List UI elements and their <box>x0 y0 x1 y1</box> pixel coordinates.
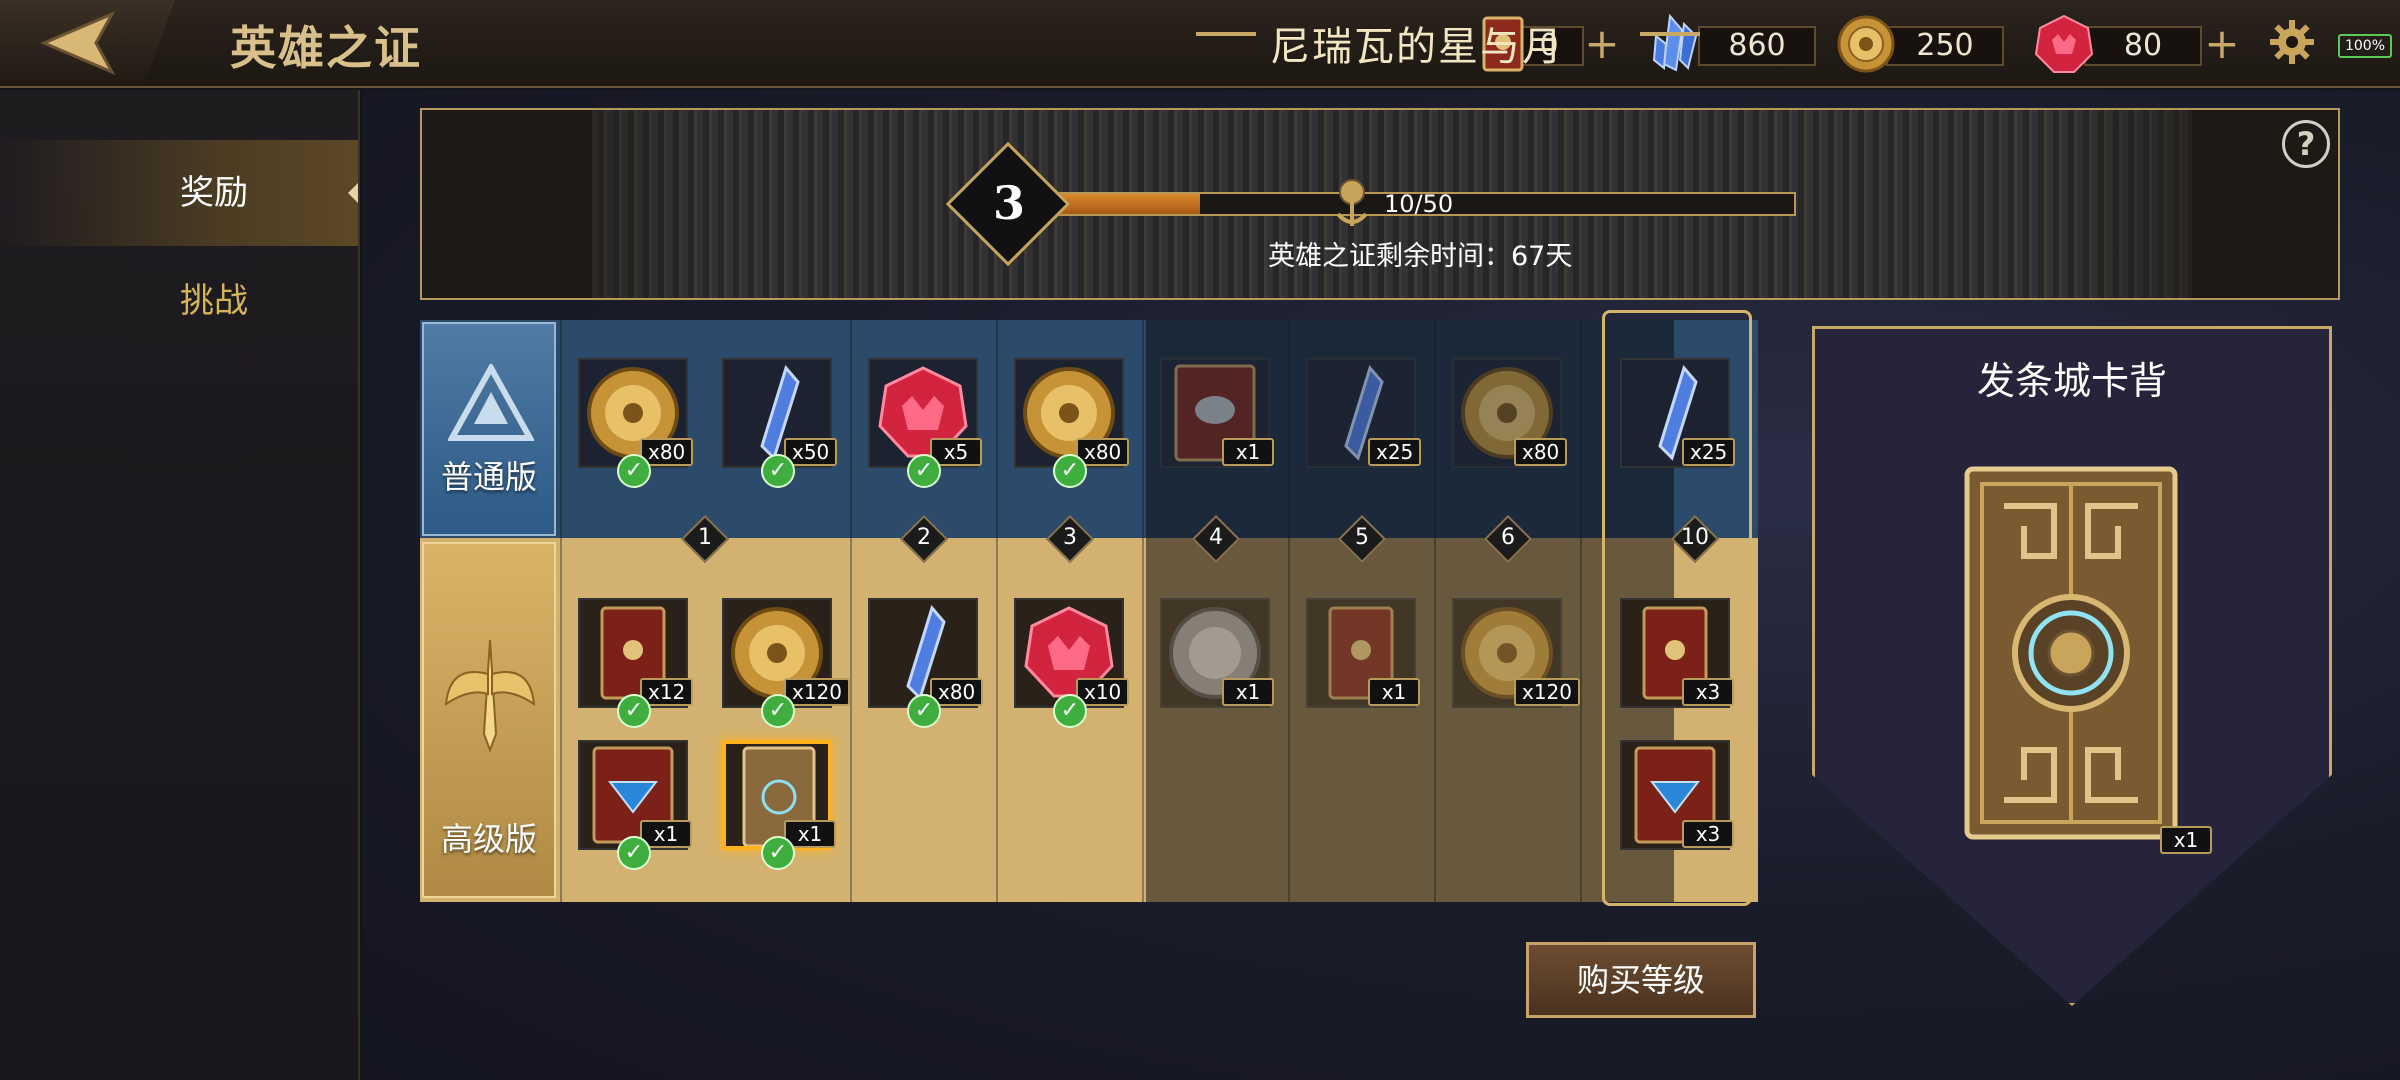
reward-quantity: x3 <box>1682 678 1734 706</box>
reward-quantity: x1 <box>1222 678 1274 706</box>
buy-level-button[interactable]: 购买等级 <box>1526 942 1756 1018</box>
battery-indicator: 100% <box>2338 34 2392 58</box>
add-card-pack-button[interactable]: + <box>1582 23 1622 66</box>
anchor-emblem-icon <box>1336 179 1368 226</box>
winged-sword-emblem-icon <box>444 639 536 753</box>
resource-value: 250 <box>1886 26 2004 66</box>
reward-quantity: x1 <box>1222 438 1274 466</box>
nav-item-rewards[interactable]: 奖励 <box>0 140 358 246</box>
gold-coin-icon <box>1837 15 1895 73</box>
clockwork-card-back-icon <box>1964 466 2178 840</box>
level-number: 3 <box>992 176 1025 230</box>
reward-quantity: x25 <box>1368 438 1422 466</box>
title-ornament-left <box>1196 32 1256 36</box>
triangle-emblem-icon <box>448 364 534 441</box>
claimed-check-icon: ✓ <box>617 454 651 488</box>
reward-quantity: x1 <box>1368 678 1420 706</box>
reward-quantity: x25 <box>1682 438 1736 466</box>
premium-tier-label: 高级版 <box>422 542 556 898</box>
help-button[interactable]: ? <box>2282 120 2330 168</box>
back-button[interactable] <box>0 0 175 86</box>
free-tier-label: 普通版 <box>422 322 556 536</box>
remaining-time: 英雄之证剩余时间：67天 <box>1268 241 1573 272</box>
gear-icon[interactable] <box>2268 18 2316 66</box>
title-ornament-right <box>1640 32 1700 36</box>
level-node: 4 <box>1191 514 1241 564</box>
side-nav: 奖励 挑战 <box>0 90 360 1080</box>
level-node: 3 <box>1045 514 1095 564</box>
level-node: 2 <box>899 514 949 564</box>
progress-text: 10/50 <box>1384 190 1454 218</box>
claimed-check-icon: ✓ <box>907 454 941 488</box>
preview-quantity: x1 <box>2160 826 2212 854</box>
level-node: 1 <box>680 514 730 564</box>
resource-red-gem: 80 + <box>2034 14 2244 74</box>
page-title: 英雄之证 <box>230 21 422 75</box>
free-tier-text: 普通版 <box>440 458 537 496</box>
resource-value: 80 <box>2084 26 2202 66</box>
resource-value: 860 <box>1698 26 1816 66</box>
reward-quantity: x120 <box>1514 678 1581 706</box>
reward-quantity: x80 <box>1514 438 1568 466</box>
level-node: 5 <box>1337 514 1387 564</box>
add-red-gem-button[interactable]: + <box>2202 23 2242 66</box>
claimed-check-icon: ✓ <box>617 694 651 728</box>
premium-tier-text: 高级版 <box>440 820 537 858</box>
level-node: 6 <box>1483 514 1533 564</box>
claimed-check-icon: ✓ <box>761 836 795 870</box>
reward-quantity: x3 <box>1682 820 1734 848</box>
nav-item-challenges[interactable]: 挑战 <box>0 248 358 354</box>
claimed-check-icon: ✓ <box>761 694 795 728</box>
resource-gold: 250 <box>1836 14 2006 74</box>
claimed-check-icon: ✓ <box>1053 694 1087 728</box>
season-name: 尼瑞瓦的星与月 <box>1270 24 1564 70</box>
red-gem-icon <box>2034 14 2094 73</box>
claimed-check-icon: ✓ <box>907 694 941 728</box>
blue-crystal-icon <box>1652 14 1698 72</box>
preview-title: 发条城卡背 <box>1976 359 2167 403</box>
progress-fill <box>1052 194 1201 214</box>
claimed-check-icon: ✓ <box>1053 454 1087 488</box>
reward-quantity: x120 <box>784 678 851 706</box>
top-bar: 英雄之证 0 + 860 250 80 + 100% <box>0 0 2400 88</box>
claimed-check-icon: ✓ <box>617 836 651 870</box>
back-arrow-icon <box>40 10 116 76</box>
resource-crystal: 860 <box>1648 14 1818 74</box>
claimed-check-icon: ✓ <box>761 454 795 488</box>
